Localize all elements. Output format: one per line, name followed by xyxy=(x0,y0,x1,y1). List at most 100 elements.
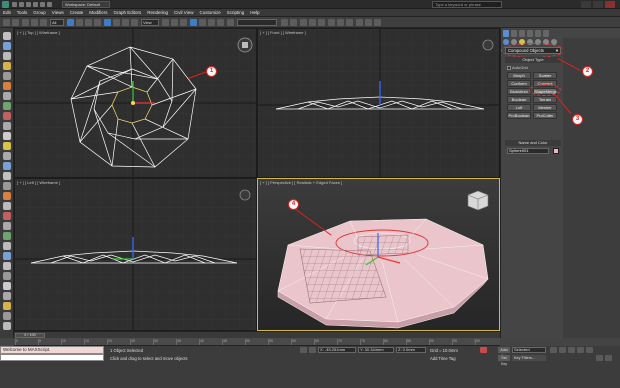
maxscript-listener[interactable]: Welcome to MAXScript. xyxy=(0,346,104,354)
utilities-tab-icon[interactable] xyxy=(543,30,549,37)
unlink-icon[interactable] xyxy=(31,19,38,26)
toggle-ribbon-icon[interactable] xyxy=(318,19,325,26)
menu-modifiers[interactable]: Modifiers xyxy=(86,9,110,17)
render-production-icon[interactable] xyxy=(374,19,381,26)
open-icon[interactable] xyxy=(19,2,24,7)
undo-icon[interactable] xyxy=(3,19,10,26)
menu-rendering[interactable]: Rendering xyxy=(144,9,171,17)
tool-icon-13[interactable] xyxy=(3,152,11,160)
menu-customize[interactable]: Customize xyxy=(196,9,223,17)
tool-icon-11[interactable] xyxy=(3,132,11,140)
redo-icon[interactable] xyxy=(40,2,45,7)
tool-icon-4[interactable] xyxy=(3,62,11,70)
new-icon[interactable] xyxy=(12,2,17,7)
viewport-left[interactable]: [ + ] [ Left ] [ Wireframe ] xyxy=(14,178,257,331)
absolute-mode-icon[interactable] xyxy=(309,347,316,353)
conform-button[interactable]: Conform xyxy=(507,80,531,87)
menu-scripting[interactable]: Scripting xyxy=(224,9,248,17)
key-mode-icon[interactable] xyxy=(480,347,487,353)
keyboard-shortcut-override-icon[interactable] xyxy=(180,19,187,26)
time-slider[interactable]: 0 / 100 xyxy=(14,331,500,338)
align-icon[interactable] xyxy=(290,19,297,26)
angle-snap-icon[interactable] xyxy=(199,19,206,26)
x-coordinate-field[interactable]: X: -45.251mm xyxy=(318,347,356,353)
go-to-start-icon[interactable] xyxy=(550,347,557,353)
select-and-scale-icon[interactable] xyxy=(122,19,129,26)
tool-icon-8[interactable] xyxy=(3,102,11,110)
proboolean-button[interactable]: ProBoolean xyxy=(507,112,531,119)
viewport-label[interactable]: [ + ] [ Top ] [ Wireframe ] xyxy=(17,30,60,35)
tool-icon-10[interactable] xyxy=(3,122,11,130)
select-and-rotate-icon[interactable] xyxy=(113,19,120,26)
go-to-end-icon[interactable] xyxy=(586,347,593,353)
selection-filter-dropdown[interactable]: All xyxy=(50,19,64,26)
edit-named-selection-icon[interactable] xyxy=(227,19,234,26)
workspace-dropdown[interactable]: Workspace: Default xyxy=(62,1,110,8)
tool-icon-7[interactable] xyxy=(3,92,11,100)
project-folder-icon[interactable] xyxy=(47,2,52,7)
tool-icon-2[interactable] xyxy=(3,42,11,50)
tool-icon-21[interactable] xyxy=(3,232,11,240)
mirror-icon[interactable] xyxy=(281,19,288,26)
tool-icon-28[interactable] xyxy=(3,302,11,310)
morph-button[interactable]: Morph xyxy=(507,72,531,79)
key-filters-button[interactable]: Key Filters... xyxy=(512,355,546,361)
y-coordinate-field[interactable]: Y: 30.344mm xyxy=(358,347,394,353)
add-time-tag[interactable]: Add Time Tag xyxy=(430,356,456,361)
reference-coordinate-dropdown[interactable]: View xyxy=(141,19,159,26)
boolean-button[interactable]: Boolean xyxy=(507,96,531,103)
procutter-button[interactable]: ProCutter xyxy=(533,112,557,119)
select-and-move-icon[interactable] xyxy=(104,19,111,26)
tool-icon-25[interactable] xyxy=(3,272,11,280)
undo-icon[interactable] xyxy=(33,2,38,7)
menu-create[interactable]: Create xyxy=(67,9,87,17)
redo-icon[interactable] xyxy=(12,19,19,26)
orbit-icon[interactable] xyxy=(605,355,612,361)
tool-icon-5[interactable] xyxy=(3,72,11,80)
lock-selection-icon[interactable] xyxy=(300,347,307,353)
select-by-name-icon[interactable] xyxy=(76,19,83,26)
viewport-front[interactable]: [ + ] [ Front ] [ Wireframe ] xyxy=(257,28,500,178)
tool-icon-24[interactable] xyxy=(3,262,11,270)
tool-icon-16[interactable] xyxy=(3,182,11,190)
play-icon[interactable] xyxy=(568,347,575,353)
schematic-view-icon[interactable] xyxy=(337,19,344,26)
object-type-rollout[interactable]: Object Type xyxy=(505,57,561,63)
save-icon[interactable] xyxy=(26,2,31,7)
tool-icon-20[interactable] xyxy=(3,222,11,230)
menu-edit[interactable]: Edit xyxy=(0,9,14,17)
geometry-icon[interactable] xyxy=(503,39,509,45)
tool-icon-19[interactable] xyxy=(3,212,11,220)
percent-snap-icon[interactable] xyxy=(208,19,215,26)
modify-tab-icon[interactable] xyxy=(511,30,517,37)
tool-icon-29[interactable] xyxy=(3,312,11,320)
viewport-label[interactable]: [ + ] [ Left ] [ Wireframe ] xyxy=(17,180,60,185)
hierarchy-tab-icon[interactable] xyxy=(519,30,525,37)
maximize-button[interactable] xyxy=(593,1,603,8)
rectangular-selection-icon[interactable] xyxy=(85,19,92,26)
auto-key-button[interactable]: Auto Key xyxy=(498,347,510,358)
tool-icon-26[interactable] xyxy=(3,282,11,290)
tool-icon-9[interactable] xyxy=(3,112,11,120)
tool-icon-23[interactable] xyxy=(3,252,11,260)
close-button[interactable] xyxy=(605,1,615,8)
named-selection-set-dropdown[interactable] xyxy=(237,19,277,26)
autogrid-checkbox[interactable]: AutoGrid xyxy=(507,65,528,70)
zoom-extents-icon[interactable] xyxy=(596,355,603,361)
previous-frame-icon[interactable] xyxy=(559,347,566,353)
tool-icon-30[interactable] xyxy=(3,322,11,330)
mesher-button[interactable]: Mesher xyxy=(533,104,557,111)
menu-views[interactable]: Views xyxy=(49,9,67,17)
name-and-color-rollout[interactable]: Name and Color xyxy=(505,140,561,146)
set-key-button[interactable]: Set Key xyxy=(498,355,510,366)
tool-icon-18[interactable] xyxy=(3,202,11,210)
search-input[interactable]: Type a keyword or phrase xyxy=(432,1,502,8)
app-logo-icon[interactable] xyxy=(2,1,9,8)
tool-icon-14[interactable] xyxy=(3,162,11,170)
next-frame-icon[interactable] xyxy=(577,347,584,353)
tool-icon-15[interactable] xyxy=(3,172,11,180)
tool-icon-12[interactable] xyxy=(3,142,11,150)
z-coordinate-field[interactable]: Z: 0.0mm xyxy=(396,347,426,353)
tool-icon-3[interactable] xyxy=(3,52,11,60)
motion-tab-icon[interactable] xyxy=(527,30,533,37)
